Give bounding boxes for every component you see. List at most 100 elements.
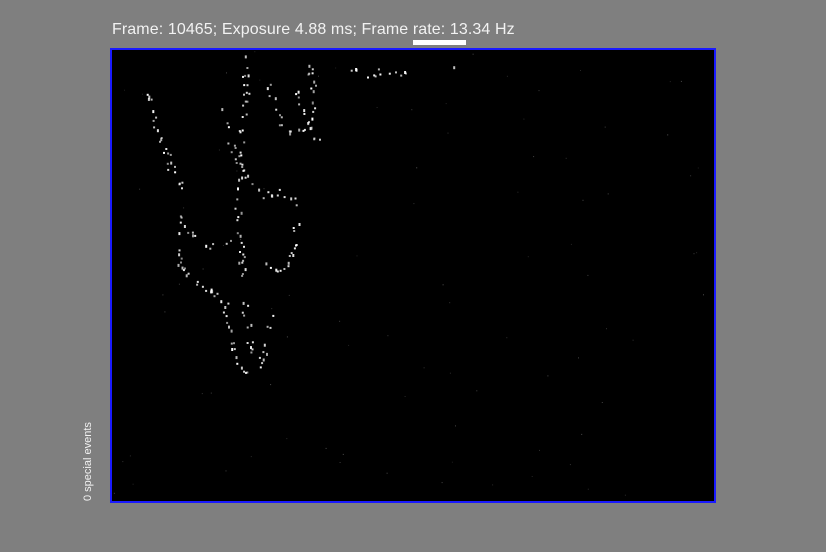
event-pixel: [314, 107, 317, 110]
event-pixel: [404, 396, 406, 397]
event-pixel: [268, 95, 271, 98]
event-pixel: [288, 255, 291, 257]
event-pixel: [280, 124, 283, 127]
event-pixel: [246, 342, 249, 344]
event-pixel: [258, 356, 261, 359]
event-pixel: [506, 75, 508, 77]
event-pixel: [166, 162, 169, 165]
event-pixel: [209, 247, 212, 250]
event-pixel: [159, 140, 161, 143]
event-pixel: [129, 455, 131, 457]
event-camera-frame-viewer[interactable]: [110, 48, 716, 503]
event-pixel: [367, 76, 369, 79]
event-pixel: [181, 187, 183, 190]
event-pixel: [472, 53, 474, 55]
event-pixel: [262, 351, 265, 354]
event-pixel: [233, 144, 236, 147]
event-pixel: [315, 84, 317, 87]
event-pixel: [241, 274, 244, 277]
event-pixel: [122, 461, 124, 463]
event-pixel: [582, 199, 584, 201]
event-pixel: [167, 168, 170, 171]
event-pixel: [416, 167, 418, 169]
event-pixel: [244, 176, 247, 179]
event-pixel: [339, 462, 341, 463]
event-pixel: [295, 244, 298, 246]
event-pixel: [167, 152, 170, 155]
playback-progress-fill: [413, 40, 466, 45]
event-pixel: [238, 261, 241, 265]
event-pixel: [224, 306, 227, 309]
event-pixel: [139, 188, 141, 190]
event-pixel: [244, 74, 247, 77]
event-pixel: [570, 243, 572, 245]
event-pixel: [194, 234, 197, 237]
event-pixel: [377, 68, 380, 71]
event-pixel: [236, 219, 239, 222]
event-pixel: [162, 294, 164, 296]
event-pixel: [311, 72, 314, 75]
event-pixel: [527, 256, 529, 258]
event-pixel: [243, 245, 245, 248]
event-pixel: [226, 72, 227, 74]
event-pixel: [258, 188, 261, 192]
event-pixel: [216, 292, 219, 295]
event-pixel: [225, 315, 228, 318]
event-pixel: [297, 96, 300, 99]
event-pixel: [310, 126, 313, 130]
event-pixel: [218, 149, 220, 151]
event-pixel: [262, 197, 265, 200]
event-pixel: [250, 456, 252, 458]
event-pixel: [400, 74, 403, 77]
event-pixel: [547, 375, 549, 377]
event-pixel: [242, 253, 245, 256]
event-pixel: [286, 438, 288, 440]
event-pixel: [261, 362, 264, 365]
event-pixel: [170, 161, 173, 165]
event-pixel: [318, 75, 319, 77]
event-pixel: [230, 342, 233, 345]
event-pixel: [538, 90, 540, 92]
event-pixel: [244, 55, 247, 59]
event-pixel: [298, 103, 301, 106]
event-pixel: [580, 70, 581, 71]
event-pixel: [236, 198, 239, 201]
event-pixel: [251, 341, 254, 344]
event-pixel: [250, 323, 253, 327]
event-pixel: [196, 280, 199, 283]
event-pixel: [233, 348, 236, 351]
event-pixel: [259, 366, 262, 369]
event-pixel: [313, 80, 316, 84]
event-pixel: [308, 121, 310, 123]
event-pixel: [342, 453, 344, 455]
event-pixel: [238, 178, 241, 182]
event-pixel: [287, 265, 290, 268]
event-pixel: [242, 259, 245, 262]
event-pixel: [272, 314, 275, 317]
event-pixel: [355, 68, 358, 71]
event-pixel: [174, 171, 177, 174]
event-pixel: [235, 162, 238, 164]
event-pixel: [243, 256, 246, 259]
event-pixel: [251, 183, 254, 186]
event-pixel: [310, 87, 313, 90]
event-pixel: [295, 93, 298, 96]
event-pixel: [601, 402, 603, 403]
event-pixel: [286, 336, 288, 338]
event-pixel: [350, 69, 353, 72]
event-pixel: [242, 104, 245, 107]
event-pixel: [230, 329, 233, 333]
event-pixel: [254, 51, 256, 53]
event-pixel: [453, 66, 456, 70]
event-pixel: [266, 87, 269, 91]
event-pixel: [523, 118, 525, 120]
event-pixel: [239, 251, 241, 253]
event-pixel: [266, 352, 268, 356]
event-pixel: [230, 151, 233, 154]
event-pixel: [241, 163, 244, 166]
event-pixel: [180, 261, 182, 264]
event-pixel: [165, 148, 168, 150]
playback-progress-bar[interactable]: [413, 40, 466, 45]
event-pixel: [242, 75, 244, 78]
event-pixel: [703, 294, 704, 296]
